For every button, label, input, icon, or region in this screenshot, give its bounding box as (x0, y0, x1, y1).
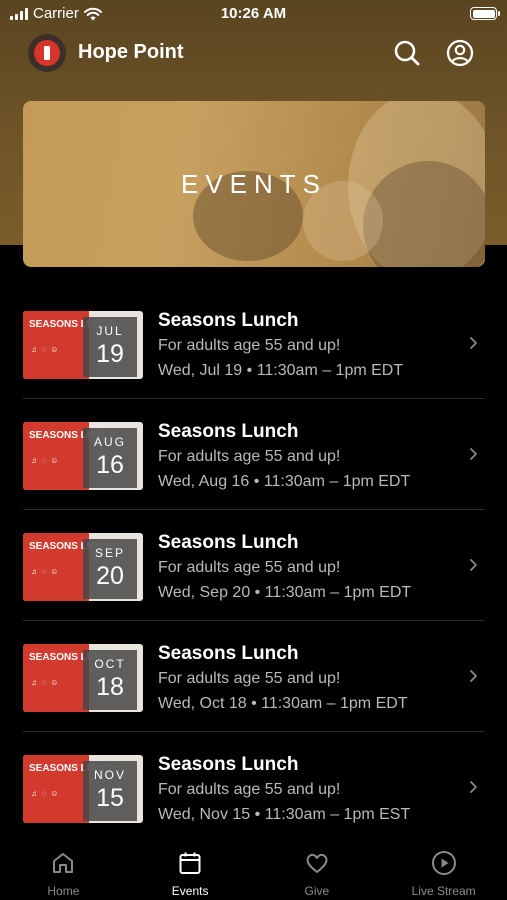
thumbnail-doodle-icon: ♫ ◌ ☺ (31, 678, 60, 687)
date-day: 16 (96, 451, 124, 479)
heart-icon (306, 853, 328, 873)
date-badge: SEP 20 (83, 539, 137, 599)
event-subtitle: For adults age 55 and up! (158, 448, 341, 465)
event-datetime: Wed, Jul 19 • 11:30am – 1pm EDT (158, 362, 404, 379)
event-thumbnail: SEASONS LUNCH ♫ ◌ ☺ SEP 20 (23, 533, 143, 601)
event-thumbnail: SEASONS LUNCH ♫ ◌ ☺ JUL 19 (23, 311, 143, 379)
date-day: 15 (96, 784, 124, 812)
event-text: Seasons Lunch For adults age 55 and up! … (158, 310, 403, 381)
event-subtitle: For adults age 55 and up! (158, 559, 341, 576)
date-month: SEP (94, 546, 125, 560)
event-subtitle: For adults age 55 and up! (158, 337, 341, 354)
event-datetime: Wed, Sep 20 • 11:30am – 1pm EDT (158, 584, 412, 601)
date-badge: AUG 16 (83, 428, 137, 488)
tab-give[interactable]: Give (254, 838, 381, 900)
event-subtitle: For adults age 55 and up! (158, 781, 341, 798)
event-text: Seasons Lunch For adults age 55 and up! … (158, 643, 408, 714)
event-list-item[interactable]: SEASONS LUNCH ♫ ◌ ☺ OCT 18 Seasons Lunch… (23, 621, 485, 732)
event-datetime: Wed, Aug 16 • 11:30am – 1pm EDT (158, 473, 411, 490)
event-text: Seasons Lunch For adults age 55 and up! … (158, 754, 410, 825)
event-title: Seasons Lunch (158, 310, 299, 331)
date-month: AUG (93, 435, 126, 449)
event-title: Seasons Lunch (158, 754, 299, 775)
event-thumbnail: SEASONS LUNCH ♫ ◌ ☺ AUG 16 (23, 422, 143, 490)
date-month: JUL (96, 324, 124, 338)
status-bar: Carrier 10:26 AM (0, 0, 507, 28)
play-icon (431, 851, 456, 875)
chevron-right-icon (470, 670, 477, 682)
event-title: Seasons Lunch (158, 532, 299, 553)
event-text: Seasons Lunch For adults age 55 and up! … (158, 532, 411, 603)
church-logo[interactable] (28, 34, 66, 72)
status-time: 10:26 AM (220, 5, 287, 22)
thumbnail-doodle-icon: ♫ ◌ ☺ (31, 789, 60, 798)
thumbnail-doodle-icon: ♫ ◌ ☺ (31, 567, 60, 576)
tab-live-stream[interactable]: Live Stream (380, 838, 507, 900)
tab-home-label: Home (47, 884, 80, 898)
event-title: Seasons Lunch (158, 643, 299, 664)
event-datetime: Wed, Nov 15 • 11:30am – 1pm EST (158, 806, 411, 823)
event-thumbnail: SEASONS LUNCH ♫ ◌ ☺ OCT 18 (23, 644, 143, 712)
hero-title: EVENTS (180, 169, 328, 199)
events-hero-banner: EVENTS (23, 101, 485, 267)
date-badge: OCT 18 (83, 650, 137, 710)
tab-live-stream-label: Live Stream (411, 884, 476, 898)
thumbnail-doodle-icon: ♫ ◌ ☺ (31, 456, 60, 465)
event-title: Seasons Lunch (158, 421, 299, 442)
event-datetime: Wed, Oct 18 • 11:30am – 1pm EDT (158, 695, 408, 712)
event-list-item[interactable]: SEASONS LUNCH ♫ ◌ ☺ JUL 19 Seasons Lunch… (23, 288, 485, 399)
calendar-icon (179, 852, 201, 874)
account-icon[interactable] (445, 38, 475, 68)
chevron-right-icon (470, 448, 477, 460)
search-icon[interactable] (392, 38, 422, 68)
event-list-item[interactable]: SEASONS LUNCH ♫ ◌ ☺ NOV 15 Seasons Lunch… (23, 732, 485, 843)
tab-bar: Home Events Give Live Stream (0, 838, 507, 900)
tab-give-label: Give (304, 884, 330, 898)
app-header: Hope Point (0, 30, 507, 76)
event-list: SEASONS LUNCH ♫ ◌ ☺ JUL 19 Seasons Lunch… (23, 288, 485, 843)
date-day: 19 (96, 340, 124, 368)
date-day: 18 (96, 673, 124, 701)
tab-events[interactable]: Events (127, 838, 254, 900)
event-text: Seasons Lunch For adults age 55 and up! … (158, 421, 410, 492)
date-month: NOV (93, 768, 126, 782)
date-month: OCT (94, 657, 126, 671)
app-title: Hope Point (78, 41, 184, 63)
event-subtitle: For adults age 55 and up! (158, 670, 341, 687)
thumbnail-doodle-icon: ♫ ◌ ☺ (31, 345, 60, 354)
date-day: 20 (96, 562, 124, 590)
home-icon (53, 853, 74, 873)
date-badge: NOV 15 (83, 761, 137, 821)
event-list-item[interactable]: SEASONS LUNCH ♫ ◌ ☺ SEP 20 Seasons Lunch… (23, 510, 485, 621)
event-thumbnail: SEASONS LUNCH ♫ ◌ ☺ NOV 15 (23, 755, 143, 823)
chevron-right-icon (470, 781, 477, 793)
tab-events-label: Events (171, 884, 209, 898)
chevron-right-icon (470, 559, 477, 571)
chevron-right-icon (470, 337, 477, 349)
date-badge: JUL 19 (83, 317, 137, 377)
tab-home[interactable]: Home (0, 838, 127, 900)
event-list-item[interactable]: SEASONS LUNCH ♫ ◌ ☺ AUG 16 Seasons Lunch… (23, 399, 485, 510)
battery-icon (470, 7, 500, 20)
